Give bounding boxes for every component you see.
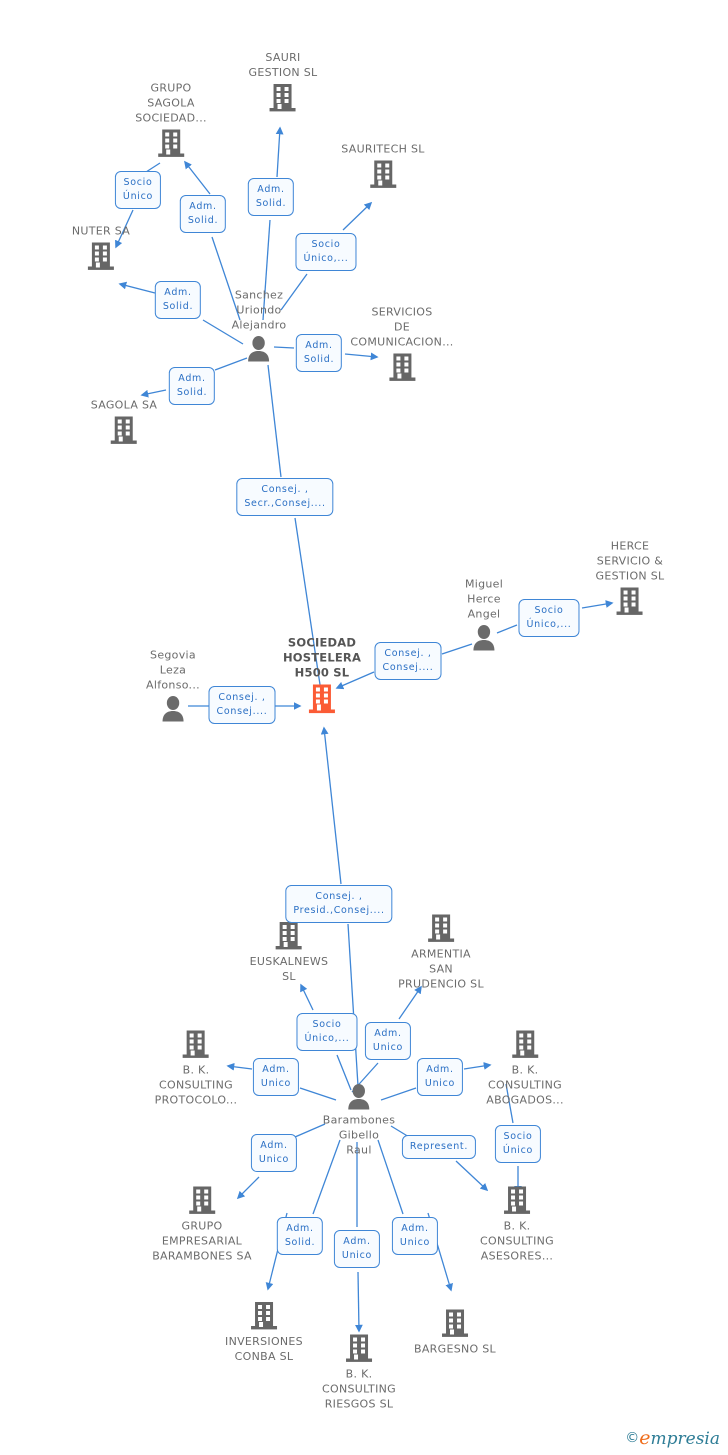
building-icon [480, 1185, 554, 1217]
node-label: B. K. CONSULTING PROTOCOLO... [154, 1063, 238, 1107]
building-icon [91, 415, 158, 447]
building-icon [350, 352, 453, 384]
building-icon [398, 913, 484, 945]
node-label: GRUPO SAGOLA SOCIEDAD... [135, 81, 207, 125]
edge-label-socio-unico-herce[interactable]: Socio Único,... [518, 599, 580, 637]
node-servicios-comunicacion[interactable]: SERVICIOS DE COMUNICACION... [350, 305, 453, 384]
empresia-watermark: ©empresia [625, 1427, 720, 1449]
edge-label-adm-solid-nuter[interactable]: Adm. Solid. [154, 281, 202, 319]
edge-label-adm-solid-grupo-sagola[interactable]: Adm. Solid. [179, 195, 227, 233]
node-label: SOCIEDAD HOSTELERA H500 SL [282, 635, 362, 680]
person-icon [323, 1083, 395, 1111]
node-label: SERVICIOS DE COMUNICACION... [350, 305, 454, 349]
node-sagola-sa[interactable]: SAGOLA SA [91, 398, 158, 447]
node-label: B. K. CONSULTING ABOGADOS... [486, 1063, 564, 1107]
node-bargesno[interactable]: BARGESNO SL [414, 1308, 496, 1357]
node-label: GRUPO EMPRESARIAL BARAMBONES SA [152, 1219, 252, 1263]
building-icon [155, 1029, 238, 1061]
edge-label-adm-unico-abogados[interactable]: Adm. Unico [416, 1058, 464, 1096]
node-segovia-leza-alfonso[interactable]: Segovia Leza Alfonso... [146, 648, 200, 723]
node-bk-consulting-abogados[interactable]: B. K. CONSULTING ABOGADOS... [486, 1029, 564, 1108]
node-label: BARGESNO SL [414, 1342, 496, 1356]
node-miguel-herce-angel[interactable]: Miguel Herce Angel [465, 577, 503, 652]
building-icon-focus [283, 683, 361, 717]
node-label: Sanchez Uriondo Alejandro [231, 288, 287, 332]
node-nuter[interactable]: NUTER SA [72, 224, 130, 273]
edge-label-consej-secr-consej[interactable]: Consej. , Secr.,Consej.... [236, 478, 334, 516]
node-sanchez-uriondo-alejandro[interactable]: Sanchez Uriondo Alejandro [232, 288, 287, 363]
building-icon [152, 1185, 252, 1217]
node-label: Barambones Gibello Raul [322, 1113, 396, 1157]
edge-label-adm-unico-riesgos[interactable]: Adm. Unico [333, 1230, 381, 1268]
edge-label-adm-unico-armentia[interactable]: Adm. Unico [364, 1022, 412, 1060]
node-label: HERCE SERVICIO & GESTION SL [595, 539, 665, 583]
node-label: SAGOLA SA [90, 398, 158, 412]
node-sauri-gestion[interactable]: SAURI GESTION SL [249, 50, 318, 114]
node-label: NUTER SA [71, 224, 131, 238]
node-bk-consulting-asesores[interactable]: B. K. CONSULTING ASESORES... [480, 1185, 554, 1264]
edge-label-consej-presid-consej[interactable]: Consej. , Presid.,Consej.... [285, 885, 393, 923]
node-label: ARMENTIA SAN PRUDENCIO SL [398, 947, 484, 991]
building-icon [341, 159, 424, 191]
building-icon [135, 128, 207, 160]
node-bk-consulting-riesgos[interactable]: B. K. CONSULTING RIESGOS SL [322, 1333, 396, 1412]
edge-label-adm-solid-sauri-gestion[interactable]: Adm. Solid. [247, 178, 295, 216]
building-icon [249, 82, 318, 114]
person-icon [146, 695, 200, 723]
node-label: B. K. CONSULTING ASESORES... [480, 1219, 554, 1263]
person-icon [232, 335, 287, 363]
brand-name: mpresia [650, 1429, 721, 1449]
node-label: INVERSIONES CONBA SL [225, 1335, 303, 1363]
node-sociedad-hostelera-h500[interactable]: SOCIEDAD HOSTELERA H500 SL [283, 636, 361, 717]
node-bk-consulting-protocolo[interactable]: B. K. CONSULTING PROTOCOLO... [155, 1029, 238, 1108]
edge-label-consej-consej-miguel[interactable]: Consej. , Consej.... [374, 642, 442, 680]
node-label: Segovia Leza Alfonso... [146, 648, 200, 692]
node-label: EUSKALNEWS SL [249, 955, 329, 983]
brand-initial: e [639, 1427, 651, 1449]
building-icon [322, 1333, 396, 1365]
node-barambones-gibello-raul[interactable]: Barambones Gibello Raul [323, 1083, 395, 1158]
person-icon [465, 624, 503, 652]
building-icon [486, 1029, 564, 1061]
edge-label-socio-unico-sauritech[interactable]: Socio Único,... [295, 233, 357, 271]
node-armentia-san-prudencio[interactable]: ARMENTIA SAN PRUDENCIO SL [398, 913, 484, 992]
node-grupo-sagola[interactable]: GRUPO SAGOLA SOCIEDAD... [135, 81, 207, 160]
edge-label-socio-unico-nuter[interactable]: Socio Único [114, 171, 162, 209]
edge-label-consej-consej-segovia[interactable]: Consej. , Consej.... [208, 686, 276, 724]
building-icon [72, 241, 130, 273]
building-icon [414, 1308, 496, 1340]
edge-label-adm-unico-grupo-barambones[interactable]: Adm. Unico [250, 1134, 298, 1172]
node-label: SAURITECH SL [341, 142, 425, 156]
node-label: B. K. CONSULTING RIESGOS SL [322, 1367, 396, 1411]
edge-label-adm-unico-protocolo[interactable]: Adm. Unico [252, 1058, 300, 1096]
node-grupo-empresarial-barambones[interactable]: GRUPO EMPRESARIAL BARAMBONES SA [152, 1185, 252, 1264]
node-label: Miguel Herce Angel [464, 577, 504, 621]
node-inversiones-conba[interactable]: INVERSIONES CONBA SL [225, 1300, 303, 1364]
edge-label-adm-solid-sagola-sa[interactable]: Adm. Solid. [168, 367, 216, 405]
relationship-diagram-canvas: GRUPO SAGOLA SOCIEDAD... SAURI GESTION S… [0, 0, 728, 1455]
node-herce-servicio-gestion[interactable]: HERCE SERVICIO & GESTION SL [596, 539, 665, 618]
edge-label-adm-unico-bargesno[interactable]: Adm. Unico [391, 1217, 439, 1255]
node-euskalnews[interactable]: EUSKALNEWS SL [250, 920, 329, 984]
edge-label-socio-unico-asesores[interactable]: Socio Único [494, 1125, 542, 1163]
edge-label-socio-unico-euskalnews[interactable]: Socio Único,... [296, 1013, 358, 1051]
edge-label-adm-solid-servicios[interactable]: Adm. Solid. [295, 334, 343, 372]
building-icon [250, 920, 329, 952]
node-label: SAURI GESTION SL [248, 51, 318, 79]
edge-label-adm-solid-conba[interactable]: Adm. Solid. [276, 1217, 324, 1255]
copyright-icon: © [625, 1430, 640, 1446]
node-sauritech[interactable]: SAURITECH SL [341, 142, 424, 191]
edge-label-represent[interactable]: Represent. [401, 1135, 477, 1159]
building-icon [596, 586, 665, 618]
building-icon [225, 1300, 303, 1332]
